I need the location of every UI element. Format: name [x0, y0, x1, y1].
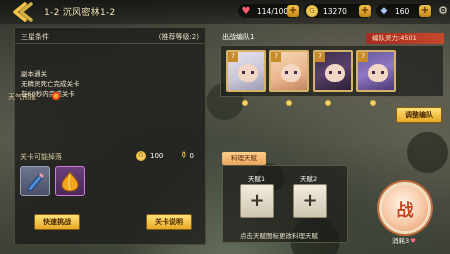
hero-level: 7 — [228, 52, 238, 62]
cooking-hint: 点击天赋图标更改料理天赋 — [240, 232, 318, 240]
exp-reward-value: 0 — [189, 152, 195, 160]
gem-value: 160 — [395, 6, 410, 16]
hero-level: 7 — [271, 52, 281, 62]
hero-eyes — [242, 71, 254, 74]
hero-slot-3[interactable]: 7 — [313, 50, 353, 92]
hero-eyes — [329, 71, 341, 74]
stage-info-panel: 三星条件 (推荐等级:2) 副本通关 无精灵死亡完成关卡 在60秒内完成关卡 — [14, 27, 206, 245]
hero-eyes — [372, 71, 384, 74]
hero-slot-2[interactable]: 7 — [269, 50, 309, 92]
battle-label: 战 — [396, 200, 414, 221]
pencil-icon — [27, 173, 44, 192]
add-coin-button[interactable]: + — [359, 5, 371, 17]
talent-1-slot[interactable]: + — [240, 184, 274, 218]
cooking-talent-tab[interactable]: 料理天赋 — [222, 152, 266, 165]
quick-challenge-button[interactable]: 快速挑战 — [34, 214, 80, 230]
heart-icon: ♥ — [241, 5, 251, 17]
team-label: 出战编队1 — [222, 33, 255, 41]
condition-item: 无精灵死亡完成关卡 — [21, 80, 80, 88]
cost-text: 消耗3 — [392, 237, 410, 245]
weather-forecast-label: 天气预报 — [8, 93, 36, 101]
hero-eyes — [285, 71, 297, 74]
coin-reward: G 100 — [136, 151, 163, 161]
settings-gear-icon[interactable]: ⚙ — [437, 5, 449, 17]
back-button[interactable] — [6, 1, 38, 23]
stamina-counter: ♥ 114/100 + — [238, 4, 300, 18]
plus-icon: + — [249, 190, 265, 211]
heart-icon: ♥ — [410, 237, 416, 245]
hero-slot-4[interactable]: 7 — [356, 50, 396, 92]
sun-weather-icon[interactable] — [51, 91, 61, 101]
exp-bottle-icon: ⚱ — [180, 151, 188, 161]
page-dot — [242, 100, 248, 106]
battle-button[interactable]: 战 — [379, 182, 431, 234]
stamina-value: 114/100 — [257, 6, 289, 16]
drop-item-pencil[interactable] — [20, 166, 50, 196]
team-power-badge: 编队灵力:4501 — [366, 33, 444, 44]
page-dot — [370, 100, 376, 106]
drop-item-onion[interactable] — [55, 166, 85, 196]
three-star-header: 三星条件 (推荐等级:2) — [15, 28, 205, 44]
top-bar: 1-2 沉风密林1-2 ♥ 114/100 + G 13270 + ◆ 160 … — [0, 0, 450, 24]
stage-title: 1-2 沉风密林1-2 — [44, 8, 116, 18]
coin-counter: G 13270 + — [304, 4, 372, 18]
plus-icon: + — [302, 190, 318, 211]
coin-icon: G — [136, 151, 146, 161]
talent-2-slot[interactable]: + — [293, 184, 327, 218]
stage-info-button[interactable]: 关卡说明 — [146, 214, 192, 230]
coin-icon: G — [306, 5, 318, 17]
add-gem-button[interactable]: + — [419, 5, 431, 17]
recommended-level: (推荐等级:2) — [158, 33, 199, 41]
page-dot — [325, 100, 331, 106]
stamina-cost: 消耗3♥ — [392, 235, 416, 245]
coin-reward-value: 100 — [150, 152, 164, 160]
talent-1-label: 天赋1 — [248, 175, 266, 183]
back-arrow-icon — [13, 2, 33, 22]
hero-level: 7 — [358, 52, 368, 62]
drops-header: 关卡可能掉落 G 100 ⚱ 0 — [20, 151, 200, 163]
condition-item: 副本通关 — [21, 70, 47, 78]
onion-icon — [61, 171, 79, 192]
page-dot — [286, 100, 292, 106]
hero-level: 7 — [315, 52, 325, 62]
exp-reward: ⚱ 0 — [180, 151, 194, 161]
gem-counter: ◆ 160 + — [376, 4, 432, 18]
coin-value: 13270 — [323, 6, 347, 16]
hero-slot-1[interactable]: 7 — [226, 50, 266, 92]
talent-2-label: 天赋2 — [300, 175, 318, 183]
gem-icon: ◆ — [380, 6, 388, 16]
adjust-team-button[interactable]: 调整编队 — [396, 107, 442, 123]
possible-drops-label: 关卡可能掉落 — [20, 153, 62, 161]
three-star-title: 三星条件 — [21, 33, 49, 41]
add-stamina-button[interactable]: + — [287, 5, 299, 17]
